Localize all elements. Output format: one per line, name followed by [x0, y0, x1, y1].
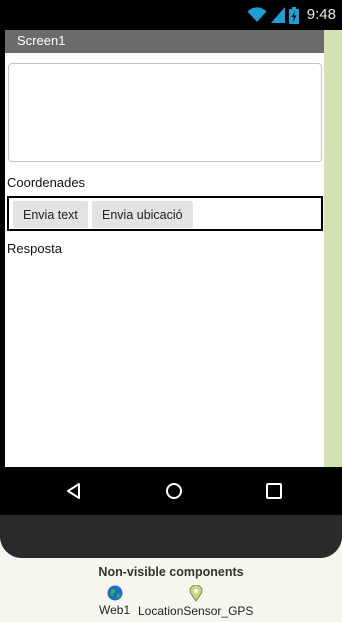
message-textbox[interactable]	[8, 63, 322, 162]
globe-icon	[107, 585, 123, 601]
response-label: Resposta	[7, 241, 62, 256]
location-pin-icon	[189, 585, 203, 602]
web-component[interactable]: Web1	[99, 585, 130, 617]
home-icon[interactable]	[162, 479, 186, 503]
side-scroll-strip	[324, 30, 342, 467]
status-bar: 9:48	[0, 0, 342, 30]
location-sensor-component[interactable]: LocationSensor_GPS	[138, 585, 253, 618]
signal-icon	[270, 7, 285, 23]
back-icon[interactable]	[62, 479, 86, 503]
phone-preview: 9:48 Screen1 Coordenades Envia text Envi…	[0, 0, 342, 558]
screen-title: Screen1	[17, 33, 66, 48]
button-row: Envia text Envia ubicació	[7, 196, 323, 231]
web-component-label: Web1	[99, 603, 131, 617]
send-text-button[interactable]: Envia text	[13, 201, 88, 228]
designer-page: 9:48 Screen1 Coordenades Envia text Envi…	[0, 0, 342, 622]
screen-title-bar: Screen1	[5, 30, 324, 53]
send-location-button[interactable]: Envia ubicació	[92, 201, 193, 228]
wifi-icon	[247, 7, 267, 23]
battery-icon	[288, 6, 299, 24]
status-time: 9:48	[306, 6, 336, 23]
navigation-bar	[0, 467, 342, 515]
non-visible-components-title: Non-visible components	[98, 565, 244, 579]
recents-icon[interactable]	[262, 479, 286, 503]
location-sensor-label: LocationSensor_GPS	[138, 604, 254, 618]
status-icons: 9:48	[247, 6, 336, 24]
coordinates-label: Coordenades	[7, 175, 86, 190]
screen-content: Coordenades Envia text Envia ubicació Re…	[5, 53, 324, 467]
phone-chin	[0, 515, 342, 558]
